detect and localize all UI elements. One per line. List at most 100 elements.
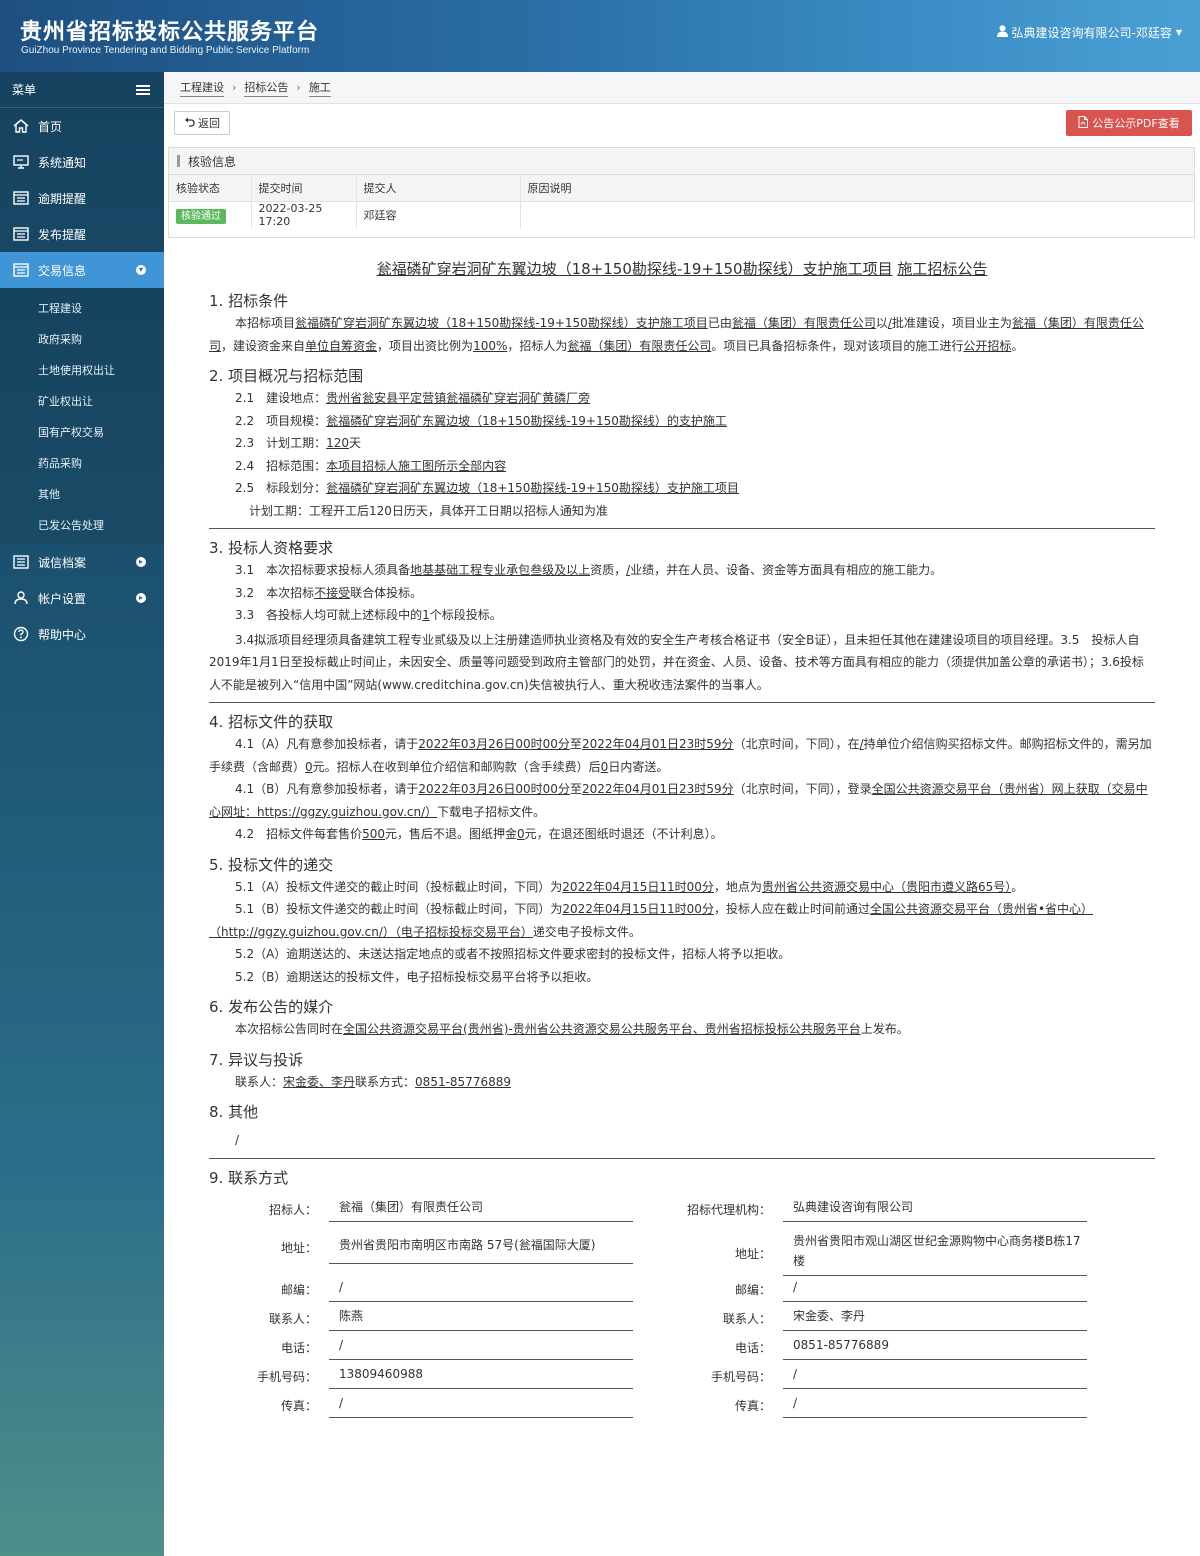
- submenu-item[interactable]: 药品采购: [0, 447, 164, 478]
- back-button[interactable]: 返回: [174, 111, 230, 135]
- submenu-item[interactable]: 其他: [0, 478, 164, 509]
- user-name: 弘典建设咨询有限公司-邓廷容: [1011, 26, 1172, 40]
- submenu-item[interactable]: 国有产权交易: [0, 416, 164, 447]
- list-icon: [12, 555, 30, 569]
- text: 天: [349, 436, 362, 450]
- sidebar-item-publish[interactable]: 发布提醒: [0, 216, 164, 252]
- chevron-right-icon: ▸: [136, 557, 146, 567]
- field-duration: 120: [326, 436, 349, 450]
- sidebar-item-overdue[interactable]: 逾期提醒: [0, 180, 164, 216]
- sidebar-item-notice[interactable]: 系统通知: [0, 144, 164, 180]
- verification-table: 核验状态 提交时间 提交人 原因说明 核验通过 2022-03-25 17:20…: [169, 175, 1194, 228]
- divider: [209, 702, 1155, 703]
- section-heading: 2. 项目概况与招标范围: [209, 367, 364, 385]
- section-heading: 6. 发布公告的媒介: [209, 998, 334, 1016]
- text: 下载电子招标文件。: [437, 804, 546, 819]
- verification-panel: 核验信息 核验状态 提交时间 提交人 原因说明 核验通过 2022-03-25 …: [168, 147, 1195, 238]
- sidebar-item-account[interactable]: 帐户设置 ▸: [0, 580, 164, 616]
- submenu-item[interactable]: 土地使用权出让: [0, 354, 164, 385]
- sidebar-item-help[interactable]: 帮助中心: [0, 616, 164, 652]
- field-project: 瓮福磷矿穿岩洞矿东翼边坡（18+150勘探线-19+150勘探线）支护施工项目: [295, 316, 708, 330]
- text: 日内寄送。: [608, 759, 669, 774]
- sidebar-item-home[interactable]: 首页: [0, 108, 164, 144]
- section-heading: 7. 异议与投诉: [209, 1050, 304, 1069]
- text: （北京时间，下同），在: [733, 737, 860, 751]
- hamburger-icon[interactable]: [136, 84, 150, 95]
- sidebar-item-label: 逾期提醒: [38, 191, 87, 206]
- text: 业绩，并在人员、设备、资金等方面具有相应的施工能力。: [630, 563, 943, 577]
- submenu-item[interactable]: 已发公告处理: [0, 509, 164, 540]
- reason-cell: [520, 201, 1194, 228]
- text: 。项目已具备招标条件，现对该项目的施工进行: [711, 338, 964, 353]
- field-method: 公开招标: [963, 338, 1012, 353]
- table-header: 原因说明: [520, 175, 1194, 202]
- section-2-line: 2.3 计划工期：120天: [209, 432, 1155, 455]
- caret-down-icon: ▼: [1175, 28, 1182, 37]
- field-approver: 瓮福（集团）有限责任公司: [731, 316, 876, 330]
- help-icon: [12, 626, 30, 642]
- contact-label: 招标人：: [268, 1202, 317, 1217]
- chevron-right-icon: ›: [232, 81, 237, 94]
- text: 元，在退还图纸时退还（不计利息）。: [524, 827, 723, 841]
- table-header: 核验状态: [169, 175, 252, 202]
- contact-row: 招标代理机构： 弘典建设咨询有限公司: [663, 1197, 1087, 1222]
- list-box-icon: [12, 263, 30, 277]
- field-start-time: 2022年03月26日00时00分: [418, 782, 570, 796]
- contact-label: 地址：: [734, 1246, 771, 1261]
- sidebar-item-label: 帮助中心: [38, 627, 87, 642]
- trade-submenu: 工程建设 政府采购 土地使用权出让 矿业权出让 国有产权交易 药品采购 其他 已…: [0, 288, 164, 544]
- text: 2.5 标段划分：: [235, 481, 327, 495]
- sidebar-item-label: 系统通知: [38, 155, 87, 170]
- submenu-item[interactable]: 政府采购: [0, 323, 164, 354]
- table-row: 核验通过 2022-03-25 17:20 邓廷容: [169, 201, 1194, 228]
- breadcrumb: 工程建设 › 招标公告 › 施工: [164, 72, 1200, 104]
- contact-label: 传真：: [734, 1398, 771, 1413]
- submenu-item[interactable]: 工程建设: [0, 292, 164, 323]
- submitter-cell: 邓廷容: [356, 201, 521, 228]
- contact-row: 传真： /: [209, 1393, 633, 1418]
- contact-label: 地址：: [280, 1240, 317, 1255]
- text: 2.3 计划工期：: [235, 436, 327, 450]
- section-4-c: 4.2 招标文件每套售价500元，售后不退。图纸押金0元，在退还图纸时退还（不计…: [209, 823, 1155, 846]
- sidebar-item-credit[interactable]: 诚信档案 ▸: [0, 544, 164, 580]
- contact-label: 邮编：: [280, 1282, 317, 1297]
- section-5-d: 5.2（B）逾期送达的投标文件，电子招标投标交易平台将予以拒收。: [235, 969, 599, 984]
- platform-subtitle: GuiZhou Province Tendering and Bidding P…: [21, 45, 310, 56]
- contact-grid: 招标人： 瓮福（集团）有限责任公司 地址： 贵州省贵阳市南明区市南路 57号(瓮福国…: [209, 1197, 1155, 1457]
- section-3-line: 3.3 各投标人均可就上述标段中的1个标段投标。: [209, 604, 1155, 627]
- contact-value: 瓮福（集团）有限责任公司: [329, 1197, 633, 1222]
- breadcrumb-item[interactable]: 招标公告: [244, 79, 289, 97]
- pdf-view-button[interactable]: 公告公示PDF查看: [1066, 110, 1192, 136]
- text: 批准建设，项目业主为: [891, 316, 1012, 330]
- status-badge: 核验通过: [176, 209, 226, 225]
- field-qualification: 地基基础工程专业承包叁级及以上: [410, 563, 591, 577]
- section-7-text: 联系人：宋金委、李丹联系方式：0851-85776889: [209, 1071, 1155, 1094]
- section-4-a: 4.1（A）凡有意参加投标者，请于2022年03月26日00时00分至2022年…: [209, 733, 1155, 778]
- section-3-line: 3.1 本次招标要求投标人须具备地基基础工程专业承包叁级及以上资质，/业绩，并在…: [209, 559, 1155, 582]
- text: 3.2 本次招标: [235, 585, 315, 600]
- contact-row: 电话： /: [209, 1335, 633, 1360]
- section-3-paragraph: 3.4拟派项目经理须具备建筑工程专业贰级及以上注册建造师执业资格及有效的安全生产…: [209, 632, 1144, 692]
- breadcrumb-item[interactable]: 工程建设: [180, 79, 224, 97]
- field-lot-count: 1: [422, 608, 430, 622]
- user-icon: [996, 25, 1008, 40]
- contact-row: 传真： /: [663, 1393, 1087, 1418]
- section-heading: 5. 投标文件的递交: [209, 855, 334, 874]
- contact-value: /: [329, 1277, 633, 1302]
- text: 以: [875, 316, 888, 330]
- breadcrumb-item[interactable]: 施工: [308, 79, 331, 97]
- text: 已由: [707, 316, 732, 330]
- text: 本招标项目: [235, 316, 296, 330]
- contact-row: 地址： 贵州省贵阳市南明区市南路 57号(瓮福国际大厦): [209, 1231, 633, 1264]
- submenu-item[interactable]: 矿业权出让: [0, 385, 164, 416]
- contact-value: 贵州省贵阳市南明区市南路 57号(瓮福国际大厦): [329, 1231, 633, 1264]
- sidebar-item-trade[interactable]: 交易信息 ▾: [0, 252, 164, 288]
- contact-value: 贵州省贵阳市观山湖区世纪金源购物中心商务楼B栋17楼: [783, 1231, 1087, 1276]
- text: 本次招标公告同时在: [235, 1022, 344, 1036]
- contact-row: 手机号码： 13809460988: [209, 1364, 633, 1389]
- user-menu[interactable]: 弘典建设咨询有限公司-邓廷容 ▼: [996, 24, 1182, 41]
- text: 2.2 项目规模：: [235, 413, 327, 428]
- field-end-time: 2022年04月01日23时59分: [581, 782, 734, 796]
- divider: [209, 528, 1155, 529]
- contact-value: 陈燕: [329, 1306, 633, 1331]
